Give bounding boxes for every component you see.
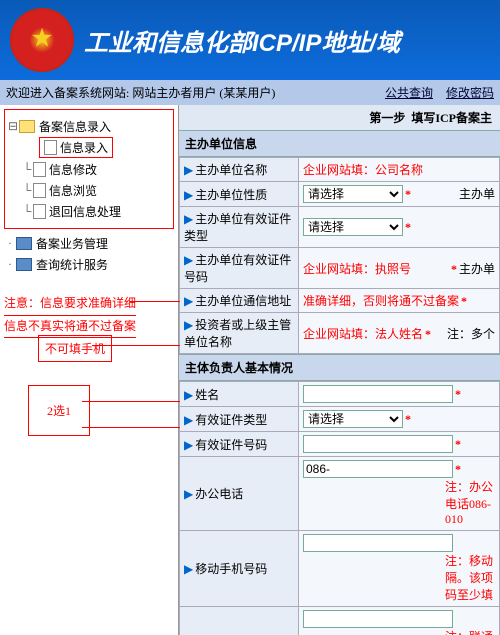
note-tel: 注：办公电话086-010 [445,478,495,527]
breadcrumb-bar: 欢迎进入备案系统网站: 网站主办者用户 (某某用户) 公共查询 修改密码 [0,80,500,105]
label-name: 姓名 [195,388,219,402]
group-org-info: 主办单位信息 [179,130,500,157]
label-office-tel: 办公电话 [195,487,243,501]
welcome-text: 欢迎进入备案系统网站: 网站主办者用户 (某某用户) [6,84,275,101]
tree-root[interactable]: 备案信息录入 [39,118,111,135]
tree-browse[interactable]: 信息浏览 [49,182,97,199]
annotation-choose-one: 2选1 [28,385,90,436]
public-query-link[interactable]: 公共查询 [385,86,433,100]
input-unicom[interactable] [303,610,453,628]
tree-biz[interactable]: 备案业务管理 [36,235,108,252]
note-unicom: 注：联通隔。该项码至少填 [445,628,495,635]
sidebar: ⊟备案信息录入 信息录入 └信息修改 └信息浏览 └退回信息处理 ·备案业务管理… [0,105,179,635]
label-right1: 主办单 [459,185,495,202]
hint-addr: 准确详细，否则将通不过备案 [303,294,459,308]
input-mobile[interactable] [303,534,453,552]
step-indicator: 第一步 填写ICP备案主 [179,105,500,130]
select-cert-type[interactable]: 请选择 [303,218,403,236]
group-person-info: 主体负责人基本情况 [179,354,500,381]
hint-cert-no: 企业网站填：执照号 [303,262,411,276]
hint-investor: 企业网站填：法人姓名 [303,327,423,341]
note-mobile: 注：移动隔。该项码至少填 [445,552,495,603]
national-emblem-icon [10,8,74,72]
site-title: 工业和信息化部ICP/IP地址/域 [84,23,400,58]
nav-tree: ⊟备案信息录入 信息录入 └信息修改 └信息浏览 └退回信息处理 [4,109,174,229]
select-org-type[interactable]: 请选择 [303,185,403,203]
input-id-no[interactable] [303,435,453,453]
select-id-type[interactable]: 请选择 [303,410,403,428]
hint-org-name: 企业网站填：公司名称 [303,163,423,177]
change-password-link[interactable]: 修改密码 [446,86,494,100]
annotation-no-mobile: 不可填手机 [38,335,112,362]
input-name[interactable] [303,385,453,403]
label-cert-no: 主办单位有效证件号码 [184,253,291,284]
label-id-no: 有效证件号码 [195,438,267,452]
label-investor: 投资者或上级主管单位名称 [184,318,291,349]
label-org-type: 主办单位性质 [195,188,267,202]
header: 工业和信息化部ICP/IP地址/域 [0,0,500,80]
tree-edit[interactable]: 信息修改 [49,161,97,178]
tree-return[interactable]: 退回信息处理 [49,203,121,220]
label-addr: 主办单位通信地址 [195,294,291,308]
page-icon [44,140,57,155]
main-content: 第一步 填写ICP备案主 主办单位信息 ▶主办单位名称企业网站填：公司名称 ▶主… [179,105,500,635]
warning-text: 注意：信息要求准确详细 信息不真实将通不过备案 [4,293,174,338]
tree-entry[interactable]: 信息录入 [60,139,108,156]
tree-stats[interactable]: 查询统计服务 [36,256,108,273]
label-right2: 主办单 [459,260,495,277]
label-mobile: 移动手机号码 [195,562,267,576]
note-investor: 注：多个 [447,325,495,342]
label-id-type: 有效证件类型 [195,413,267,427]
input-office-tel[interactable] [303,460,453,478]
label-org-name: 主办单位名称 [195,163,267,177]
label-cert-type: 主办单位有效证件类型 [184,212,291,243]
